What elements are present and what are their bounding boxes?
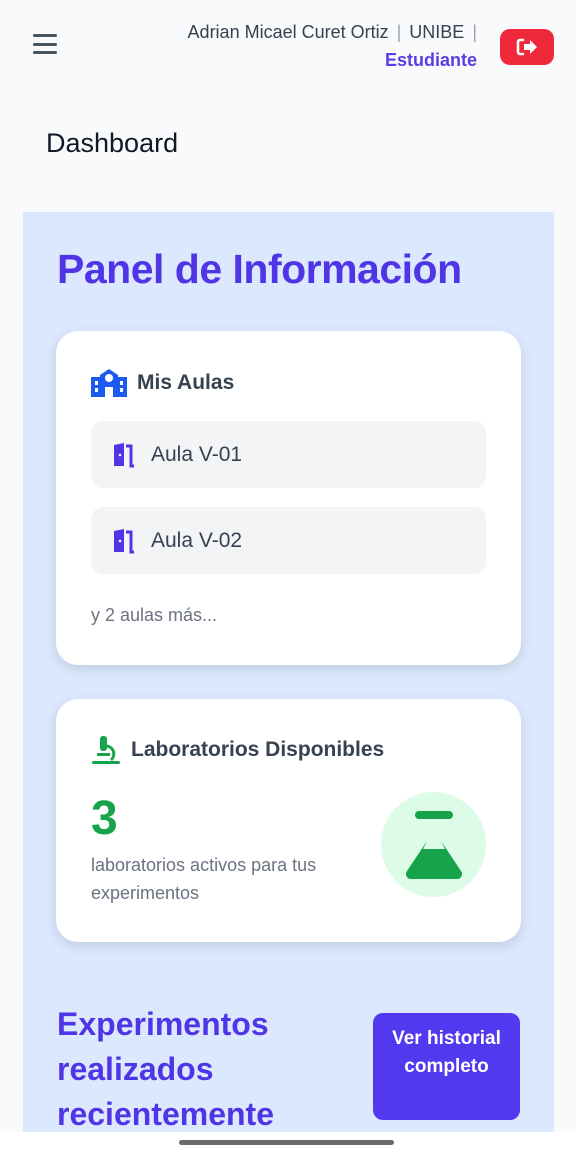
panel-title: Panel de Información xyxy=(57,246,462,292)
flask-icon xyxy=(405,810,462,879)
my-classrooms-card: Mis Aulas Aula V-01 Aula V-02 y 2 aulas … xyxy=(56,331,521,665)
flask-badge xyxy=(381,792,486,897)
user-name: Adrian Micael Curet Ortiz xyxy=(187,22,389,42)
more-classrooms-text[interactable]: y 2 aulas más... xyxy=(91,605,217,626)
logout-icon xyxy=(516,38,537,56)
logout-button[interactable] xyxy=(500,29,554,65)
labs-count: 3 xyxy=(91,792,118,845)
card-title: Laboratorios Disponibles xyxy=(131,738,385,761)
classroom-item[interactable]: Aula V-01 xyxy=(91,421,486,488)
user-role: Estudiante xyxy=(384,50,477,70)
hamburger-menu-icon[interactable] xyxy=(33,34,57,54)
available-labs-card: Laboratorios Disponibles 3 laboratorios … xyxy=(56,699,521,942)
home-indicator[interactable] xyxy=(179,1140,394,1145)
page-title: Dashboard xyxy=(46,128,179,158)
door-icon xyxy=(111,442,134,467)
classroom-item[interactable]: Aula V-02 xyxy=(91,507,486,574)
experiments-title: Experimentos realizados recientemente xyxy=(57,1006,274,1132)
labs-description: laboratorios activos para tus experiment… xyxy=(91,855,317,903)
institution: UNIBE xyxy=(409,22,465,42)
view-history-button[interactable]: Ver historial completo xyxy=(373,1013,520,1120)
microscope-icon xyxy=(92,736,120,764)
door-icon xyxy=(111,528,134,553)
user-info: Adrian Micael Curet Ortiz | UNIBE | xyxy=(187,22,477,42)
card-title: Mis Aulas xyxy=(137,371,235,394)
school-icon xyxy=(91,369,127,397)
